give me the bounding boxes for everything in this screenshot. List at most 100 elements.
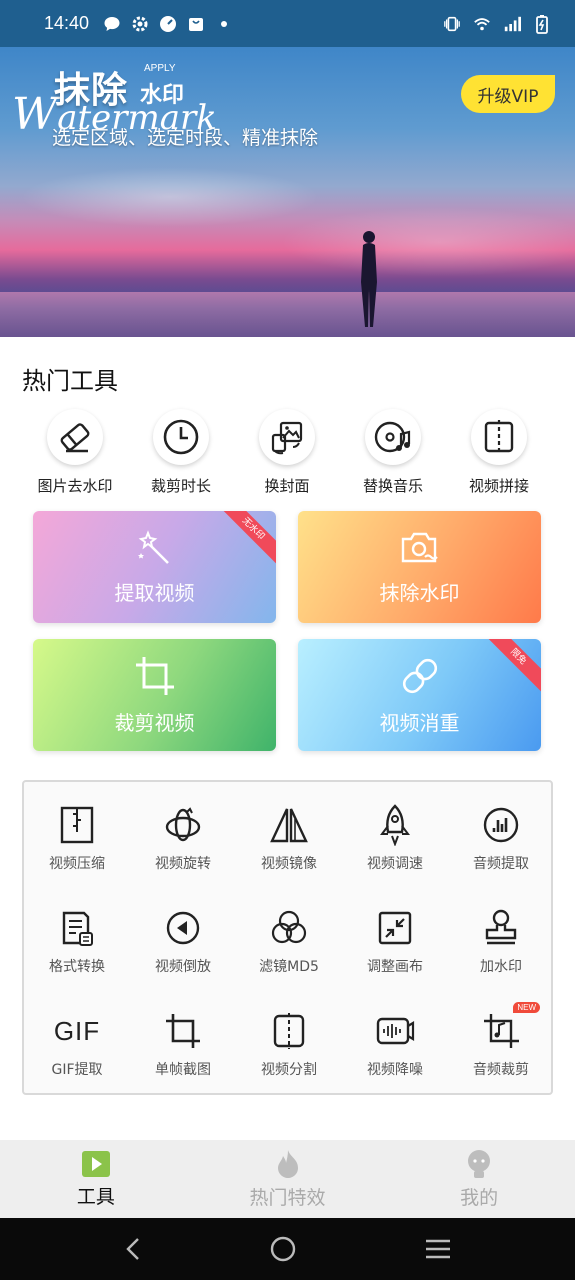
- home-icon[interactable]: [269, 1235, 297, 1263]
- tool-format-convert[interactable]: 格式转换: [24, 899, 130, 1002]
- tool-label: 视频旋转: [155, 856, 211, 872]
- tool-video-compress[interactable]: 视频压缩: [24, 796, 130, 899]
- status-time: 14:40: [44, 13, 90, 33]
- banner-cloud: [20, 167, 320, 227]
- hot-tool-label: 图片去水印: [37, 477, 113, 495]
- card-video-dedupe[interactable]: 限免 视频消重: [298, 639, 541, 751]
- speed-gauge-icon: [159, 15, 177, 33]
- chat-icon: [103, 15, 121, 33]
- reverse-play-icon: [162, 907, 204, 949]
- tool-label: 音频裁剪: [473, 1062, 529, 1078]
- frame-crop-icon: [162, 1010, 204, 1052]
- settings-gear-icon: [131, 15, 149, 33]
- tool-audio-crop[interactable]: NEW 音频裁剪: [448, 1002, 554, 1105]
- tab-hot-effects[interactable]: 热门特效: [192, 1140, 384, 1218]
- tool-add-watermark[interactable]: 加水印: [448, 899, 554, 1002]
- tool-label: 格式转换: [49, 959, 105, 975]
- flame-icon: [277, 1149, 298, 1178]
- link-icon: [402, 658, 437, 693]
- audio-bars-icon: [480, 804, 522, 846]
- section-title-hot-tools: 热门工具: [22, 367, 118, 395]
- tool-label: 视频镜像: [261, 856, 317, 872]
- shopping-bag-icon: [187, 15, 205, 33]
- tools-grid-panel: 视频压缩 视频旋转 视频镜像 视频调速 音频提取 格式转换 视频倒放 滤镜MD5…: [22, 780, 553, 1095]
- tool-video-speed[interactable]: 视频调速: [342, 796, 448, 899]
- tools-grid: 视频压缩 视频旋转 视频镜像 视频调速 音频提取 格式转换 视频倒放 滤镜MD5…: [24, 796, 555, 1105]
- format-icon: [56, 907, 98, 949]
- card-crop-video[interactable]: 裁剪视频: [33, 639, 276, 751]
- hot-tool-photo-watermark[interactable]: 图片去水印: [22, 409, 128, 499]
- gif-icon: GIF: [53, 1015, 101, 1046]
- zip-icon: [56, 804, 98, 846]
- tool-label: 视频降噪: [367, 1062, 423, 1078]
- banner-cloud: [280, 207, 575, 277]
- feature-cards: 无水印 提取视频 抹除水印 裁剪视频 限免 视频消重: [33, 511, 543, 753]
- hot-tool-change-cover[interactable]: 换封面: [234, 409, 340, 499]
- hot-tool-label: 换封面: [264, 477, 310, 495]
- new-badge: NEW: [513, 1002, 540, 1013]
- card-ribbon: 无水印: [215, 511, 276, 567]
- tab-label: 我的: [460, 1186, 499, 1209]
- hot-tool-label: 替换音乐: [362, 477, 423, 495]
- main-content: 热门工具 图片去水印 裁剪时长 换封面 替换音乐 视频拼接 无水印 提取视频 抹…: [0, 337, 575, 1140]
- tool-label: 视频压缩: [49, 856, 105, 872]
- hot-tool-trim-duration[interactable]: 裁剪时长: [128, 409, 234, 499]
- tool-audio-extract[interactable]: 音频提取: [448, 796, 554, 899]
- tool-video-split[interactable]: 视频分割: [236, 1002, 342, 1105]
- audio-crop-icon: [480, 1010, 522, 1052]
- split-icon: [268, 1010, 310, 1052]
- denoise-icon: [374, 1010, 416, 1052]
- brand-title-2: 水印: [140, 83, 185, 108]
- stamp-icon: [480, 907, 522, 949]
- split-join-icon: [471, 409, 527, 465]
- mirror-icon: [268, 804, 310, 846]
- promo-banner[interactable]: Watermark 抹除 APPLY 水印 选定区域、选定时段、精准抹除 升级V…: [0, 47, 575, 337]
- bottom-tab-bar: 工具 热门特效 我的: [0, 1140, 575, 1218]
- tool-label: 滤镜MD5: [259, 959, 319, 975]
- tool-video-reverse[interactable]: 视频倒放: [130, 899, 236, 1002]
- menu-icon[interactable]: [424, 1237, 452, 1261]
- card-label: 提取视频: [114, 580, 195, 605]
- hot-tool-label: 裁剪时长: [150, 477, 211, 495]
- system-nav-bar: [0, 1218, 575, 1280]
- tool-label: 视频调速: [367, 856, 423, 872]
- hot-tool-replace-music[interactable]: 替换音乐: [340, 409, 446, 499]
- upgrade-vip-button[interactable]: 升级VIP: [461, 75, 555, 113]
- brand-apply: APPLY: [144, 63, 176, 74]
- clock-icon: [153, 409, 209, 465]
- eraser-icon: [47, 409, 103, 465]
- dot-indicator-icon: [215, 15, 233, 33]
- hot-tools-row: 图片去水印 裁剪时长 换封面 替换音乐 视频拼接: [0, 409, 575, 499]
- card-extract-video[interactable]: 无水印 提取视频: [33, 511, 276, 623]
- tab-label: 热门特效: [249, 1186, 326, 1209]
- image-swap-icon: [259, 409, 315, 465]
- tool-frame-capture[interactable]: 单帧截图: [130, 1002, 236, 1105]
- tool-label: 单帧截图: [155, 1062, 211, 1078]
- tool-video-rotate[interactable]: 视频旋转: [130, 796, 236, 899]
- tool-filter-md5[interactable]: 滤镜MD5: [236, 899, 342, 1002]
- music-disc-icon: [365, 409, 421, 465]
- tool-adjust-canvas[interactable]: 调整画布: [342, 899, 448, 1002]
- card-remove-watermark[interactable]: 抹除水印: [298, 511, 541, 623]
- magic-wand-icon: [137, 529, 169, 564]
- silhouette-figure: [361, 231, 377, 327]
- back-icon[interactable]: [123, 1236, 143, 1262]
- tool-video-denoise[interactable]: 视频降噪: [342, 1002, 448, 1105]
- hot-tool-video-join[interactable]: 视频拼接: [446, 409, 552, 499]
- tool-gif-extract[interactable]: GIF GIF提取: [24, 1002, 130, 1105]
- wifi-icon: [473, 15, 491, 33]
- vibrate-icon: [443, 15, 461, 33]
- user-avatar-icon: [468, 1149, 491, 1178]
- camera-wave-icon: [401, 532, 438, 562]
- tool-video-mirror[interactable]: 视频镜像: [236, 796, 342, 899]
- tool-label: GIF提取: [51, 1062, 103, 1078]
- signal-icon: [503, 15, 521, 33]
- tab-tools[interactable]: 工具: [0, 1140, 192, 1218]
- tool-label: 视频倒放: [155, 959, 211, 975]
- tab-mine[interactable]: 我的: [383, 1140, 575, 1218]
- card-label: 裁剪视频: [114, 710, 195, 735]
- tab-label: 工具: [76, 1185, 115, 1208]
- filter-circles-icon: [268, 907, 310, 949]
- hot-tool-label: 视频拼接: [468, 477, 529, 495]
- banner-subtitle: 选定区域、选定时段、精准抹除: [52, 127, 319, 149]
